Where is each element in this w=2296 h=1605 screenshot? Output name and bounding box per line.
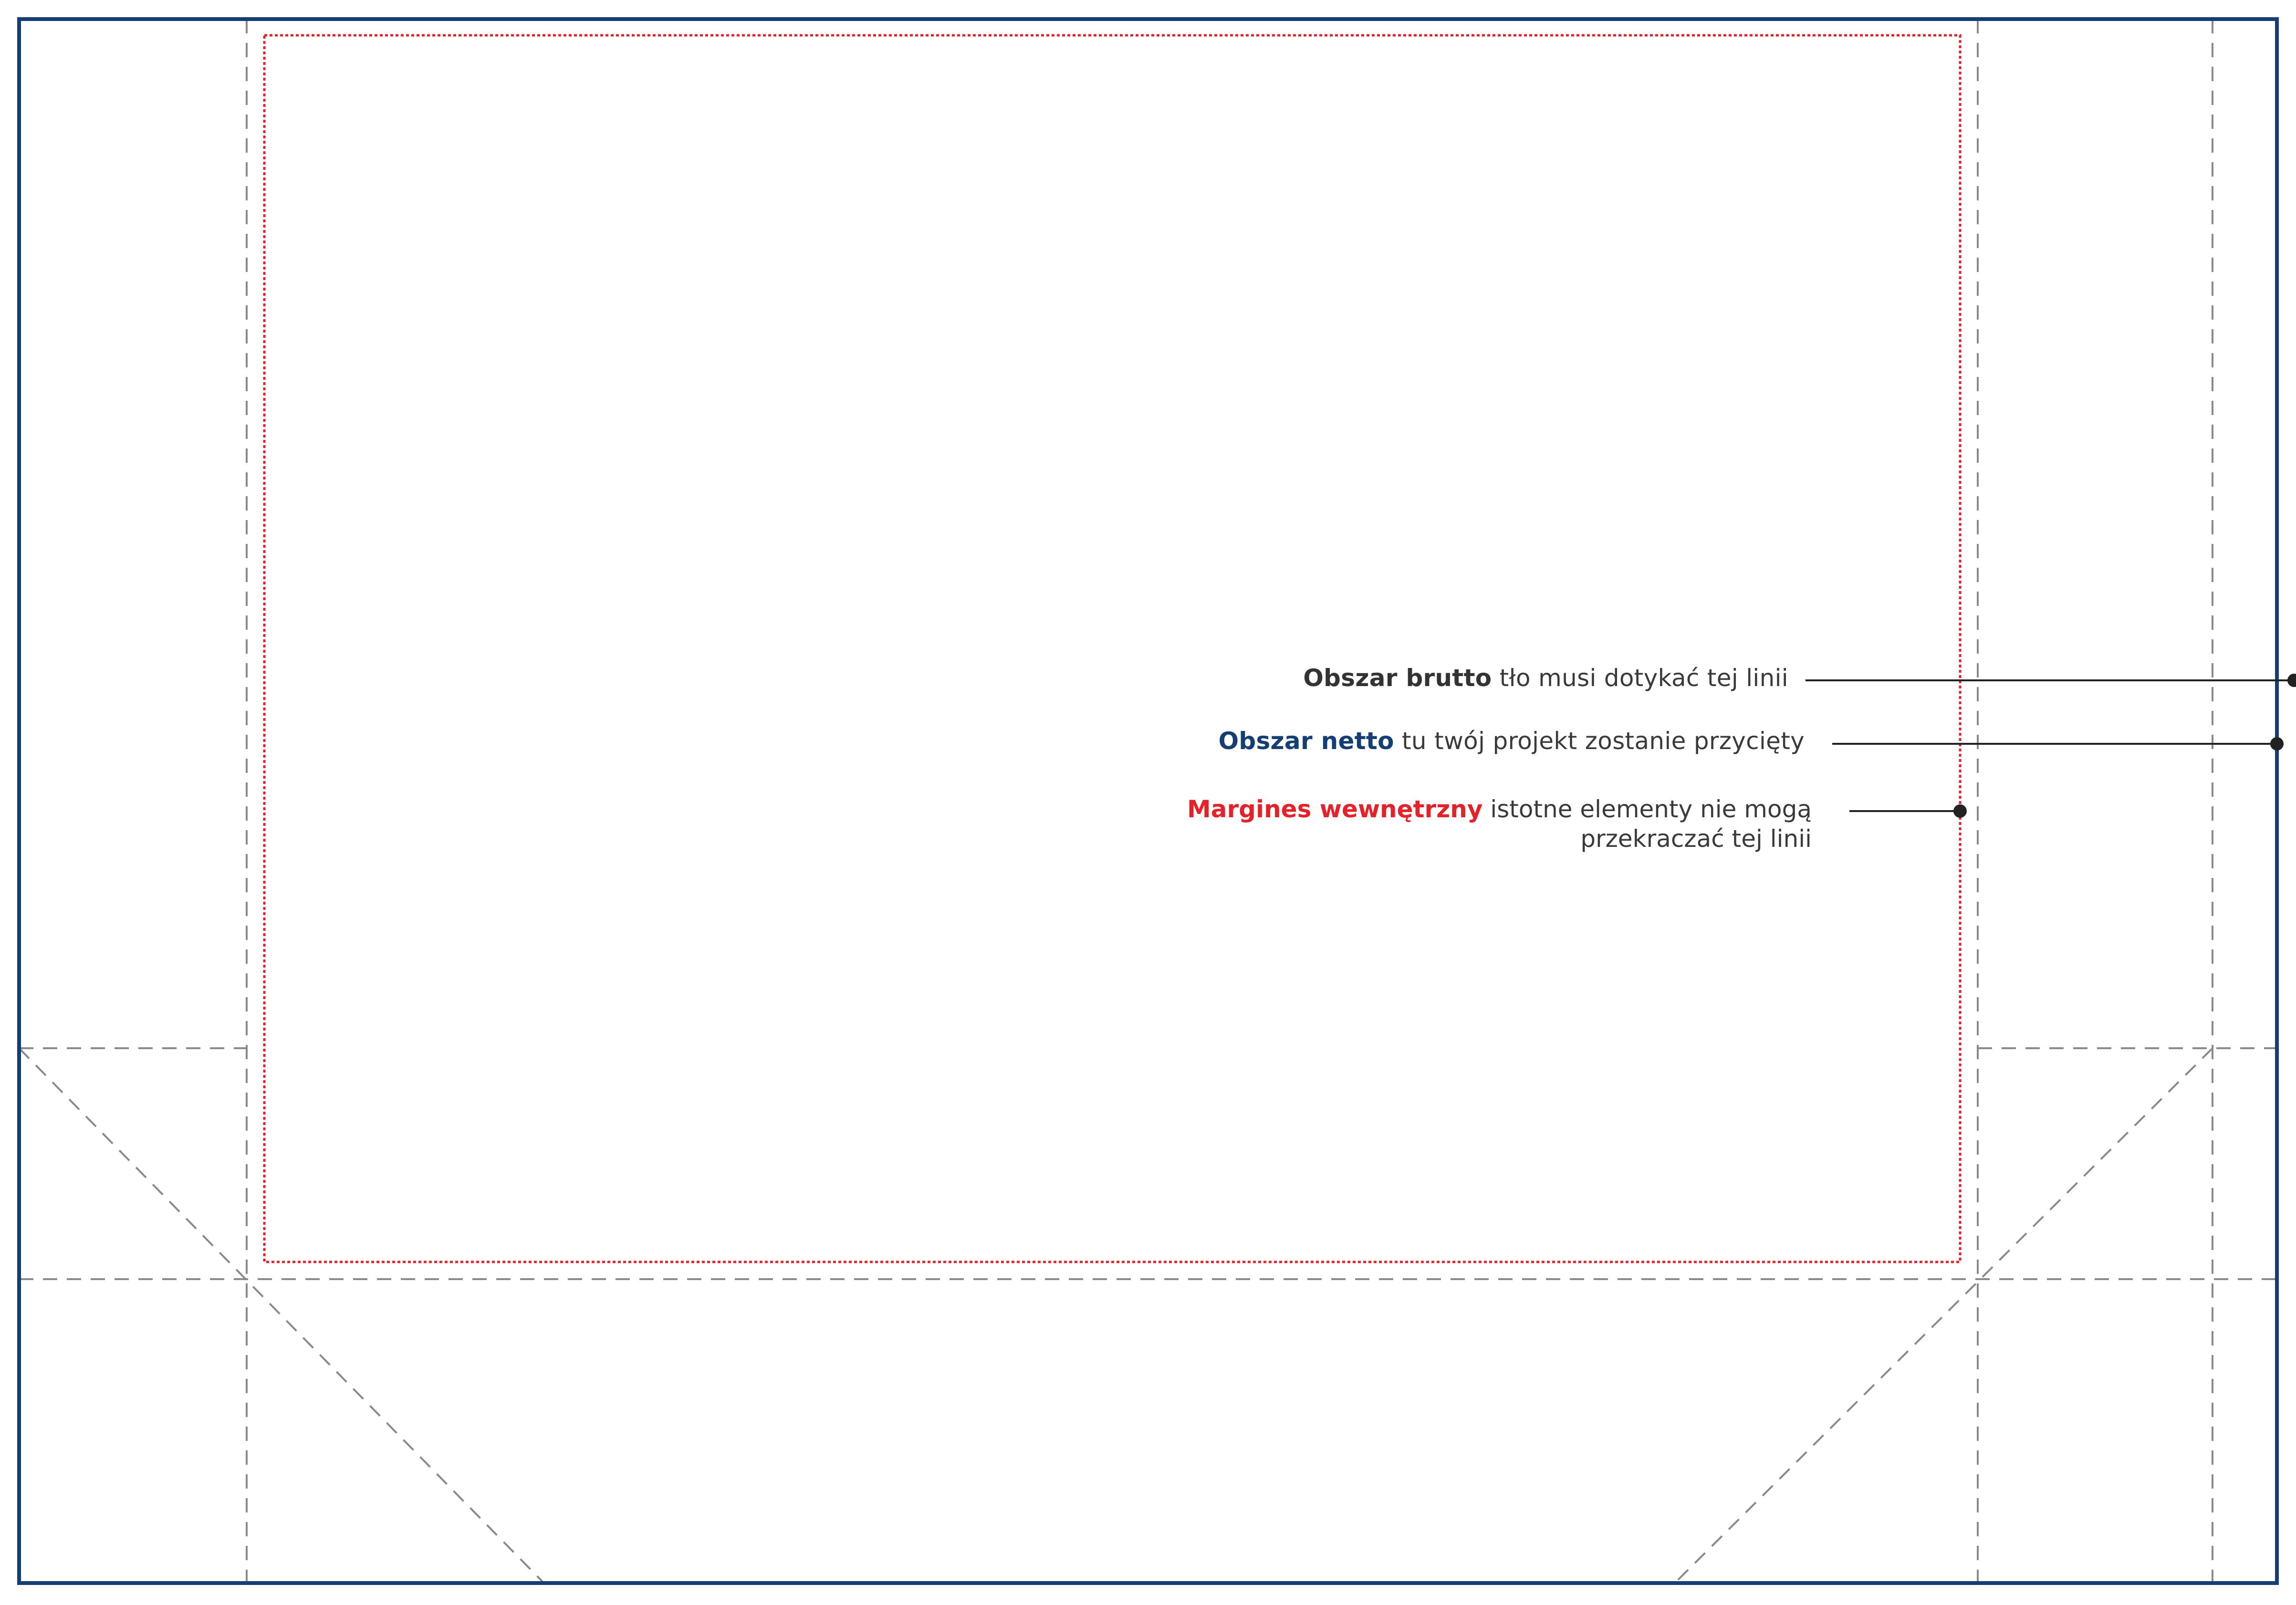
desc-brutto: tło musi dotykać tej linii — [1499, 664, 1788, 692]
callout-brutto: Obszar brutto tło musi dotykać tej linii — [1303, 663, 1788, 693]
callout-netto: Obszar netto tu twój projekt zostanie pr… — [1219, 726, 1805, 756]
callout-margines: Margines wewnętrzny istotne elementy nie… — [1187, 794, 1812, 854]
bag-template-canvas: Obszar brutto tło musi dotykać tej linii… — [0, 0, 2296, 1605]
label-brutto: Obszar brutto — [1303, 664, 1492, 692]
label-netto: Obszar netto — [1218, 727, 1394, 755]
label-margines: Margines wewnętrzny — [1187, 795, 1483, 823]
desc-margines-line2: przekraczać tej linii — [1580, 825, 1812, 853]
desc-netto: tu twój projekt zostanie przycięty — [1402, 727, 1805, 755]
desc-margines-line1: istotne elementy nie mogą — [1490, 795, 1812, 823]
legend-callouts: Obszar brutto tło musi dotykać tej linii… — [0, 0, 2296, 1605]
